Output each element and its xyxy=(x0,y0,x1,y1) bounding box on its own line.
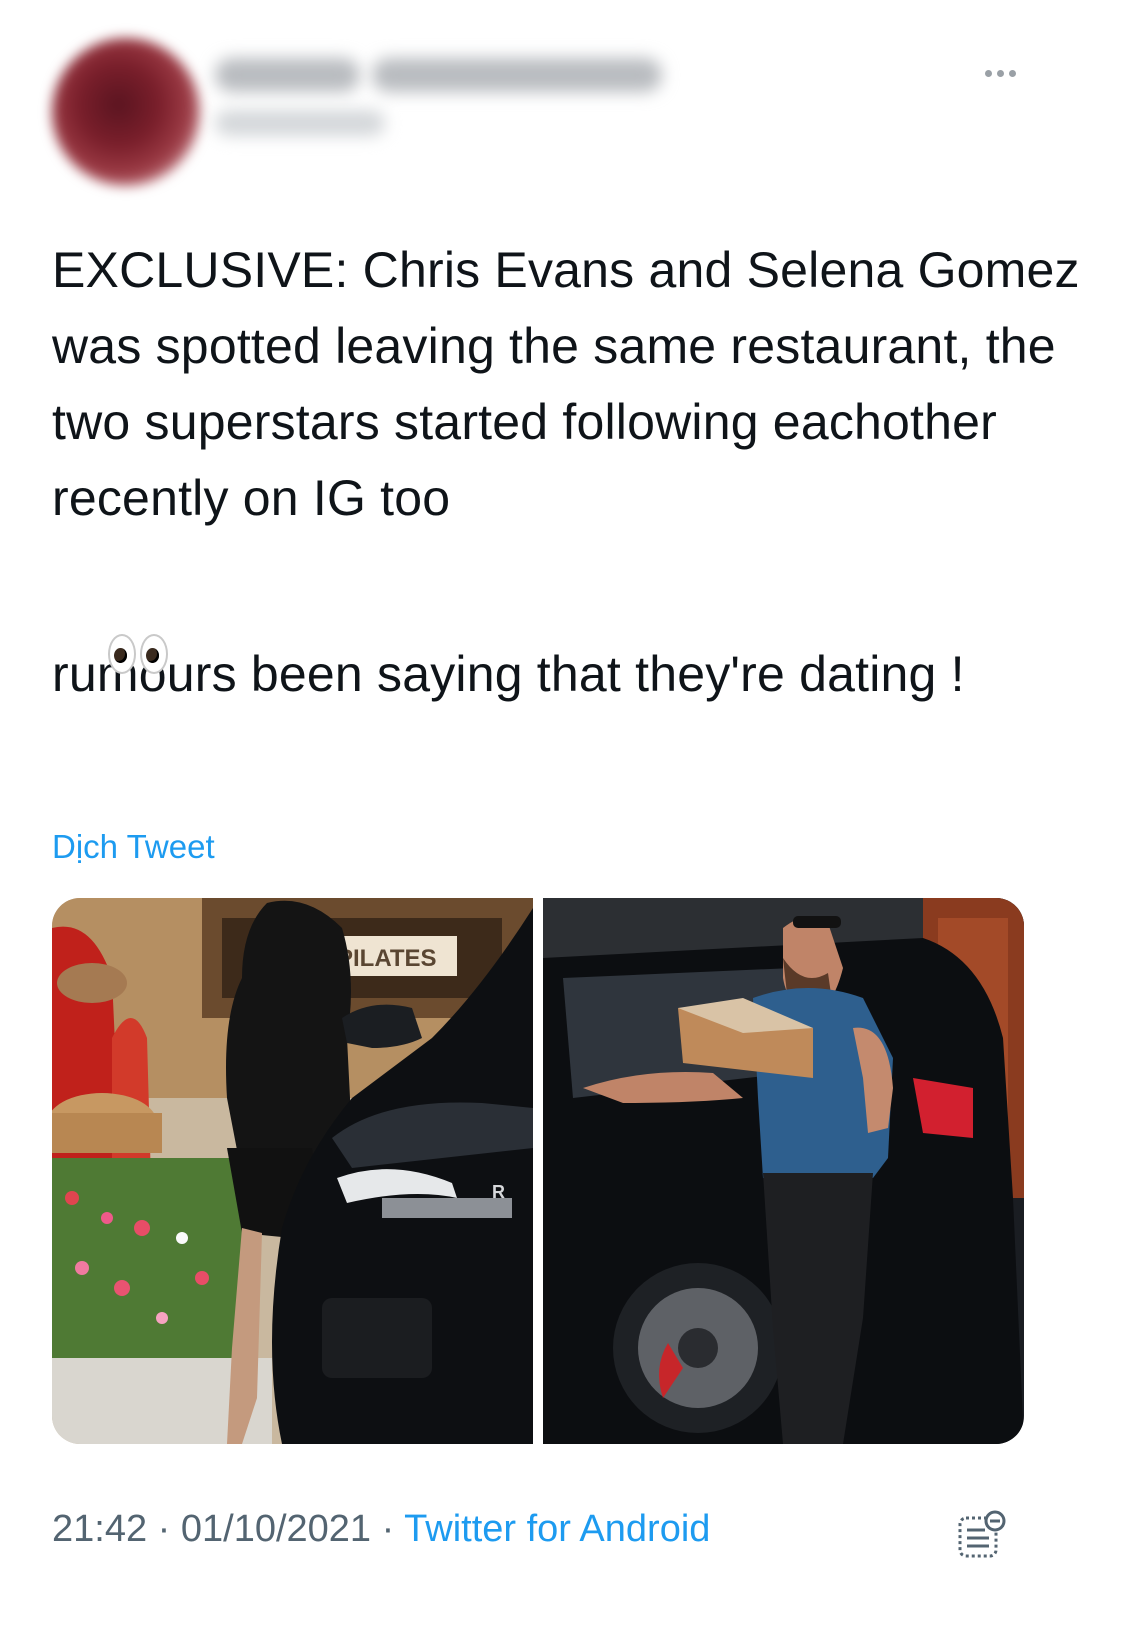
avatar[interactable] xyxy=(52,38,200,186)
tweet-text-paragraph-1: EXCLUSIVE: Chris Evans and Selena Gomez … xyxy=(52,242,1094,526)
tweet-time[interactable]: 21:42 xyxy=(52,1508,147,1550)
grille-badge: R xyxy=(492,1182,505,1202)
handle-blurred xyxy=(215,110,385,136)
tweet-header xyxy=(0,0,1127,220)
more-horizontal-icon xyxy=(984,69,992,77)
photo-left[interactable]: PILATES R xyxy=(52,898,533,1444)
tweet-meta: 21:42 · 01/10/2021 · Twitter for Android xyxy=(52,1508,711,1550)
more-options-button[interactable] xyxy=(975,58,1025,88)
username-blurred[interactable] xyxy=(372,58,662,92)
tweet-date[interactable]: 01/10/2021 xyxy=(181,1508,371,1550)
media-grid: PILATES R xyxy=(52,898,1024,1444)
tweet-text-paragraph-2: rumours been saying that they're dating … xyxy=(52,646,965,702)
photo-right[interactable] xyxy=(543,898,1024,1444)
analytics-icon[interactable] xyxy=(955,1508,1009,1562)
tweet-source-link[interactable]: Twitter for Android xyxy=(404,1508,710,1550)
tweet-text: EXCLUSIVE: Chris Evans and Selena Gomez … xyxy=(52,232,1082,712)
eyes-emoji xyxy=(52,536,1082,674)
pilates-sign: PILATES xyxy=(337,945,437,972)
translate-tweet-link[interactable]: Dịch Tweet xyxy=(52,828,215,866)
display-name-blurred[interactable] xyxy=(215,58,360,92)
